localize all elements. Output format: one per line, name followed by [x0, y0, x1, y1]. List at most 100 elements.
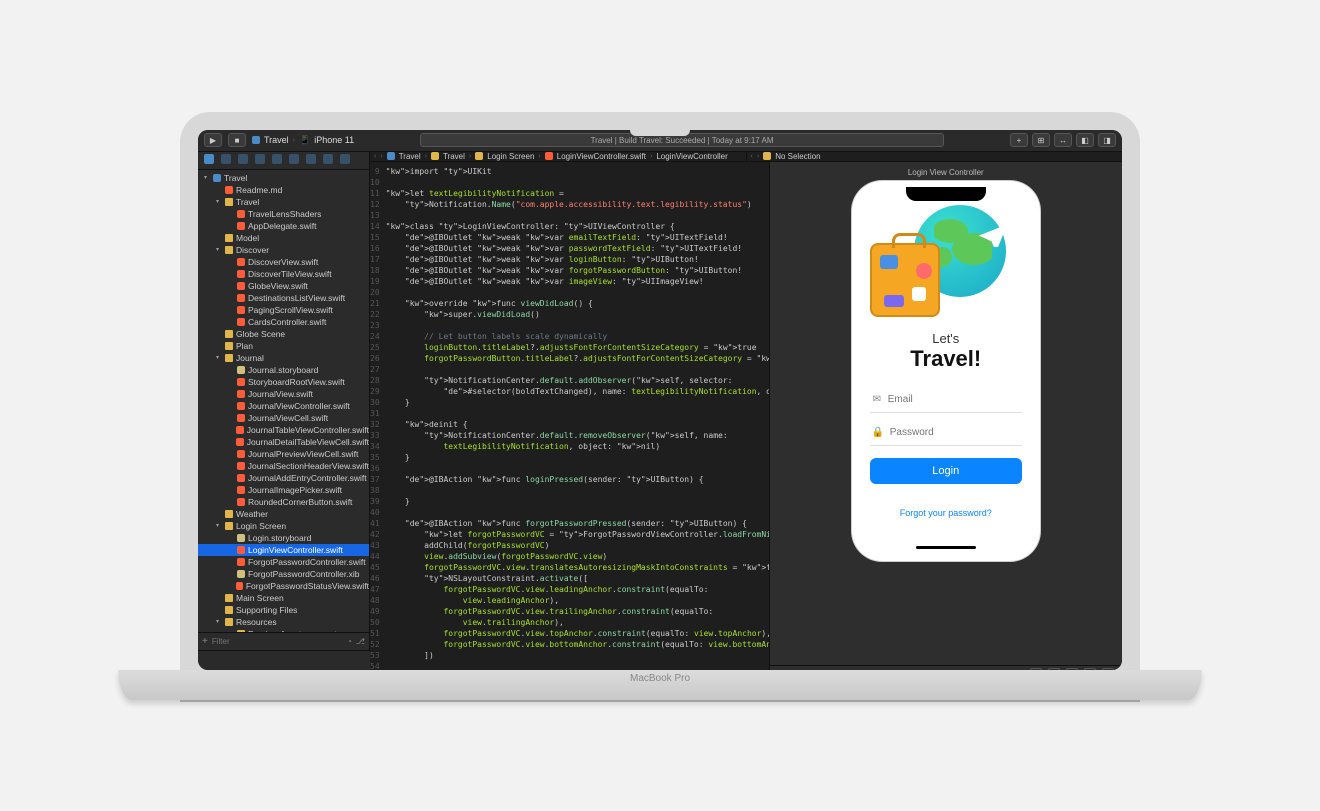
- footer-btn-2[interactable]: [1048, 668, 1060, 670]
- file-tree-item[interactable]: LoginViewController.swift: [198, 544, 369, 556]
- file-tree-item[interactable]: JournalSectionHeaderView.swift: [198, 460, 369, 472]
- hero-illustration: [858, 187, 1034, 327]
- file-tree-item[interactable]: ▾Journal: [198, 352, 369, 364]
- clock-icon[interactable]: ◔: [347, 637, 352, 646]
- folder-icon: [225, 198, 233, 206]
- file-tree-item[interactable]: ForgotPasswordController.xib: [198, 568, 369, 580]
- file-tree-item[interactable]: ForgotPasswordStatusView.swift: [198, 580, 369, 592]
- source-editor[interactable]: 9101112131415161718192021222324252627282…: [370, 162, 769, 670]
- file-tree-item[interactable]: DiscoverView.swift: [198, 256, 369, 268]
- file-tree-item[interactable]: Readme.md: [198, 184, 369, 196]
- file-tree[interactable]: ▾TravelReadme.md▾TravelTravelLensShaders…: [198, 170, 369, 632]
- filter-input[interactable]: [212, 637, 343, 646]
- file-tree-item[interactable]: RoundedCornerButton.swift: [198, 496, 369, 508]
- folder-icon: [225, 522, 233, 530]
- library-button[interactable]: ⊞: [1032, 133, 1050, 147]
- proj-icon: [213, 174, 221, 182]
- file-tree-item[interactable]: JournalViewController.swift: [198, 400, 369, 412]
- jump-bar-right[interactable]: ‹ › No Selection: [746, 152, 1123, 161]
- file-tree-item[interactable]: Main Screen: [198, 592, 369, 604]
- issue-nav-icon[interactable]: [272, 154, 282, 164]
- find-nav-icon[interactable]: [255, 154, 265, 164]
- file-tree-item[interactable]: TravelLensShaders: [198, 208, 369, 220]
- folder-icon: [225, 606, 233, 614]
- file-tree-item[interactable]: ▾Resources: [198, 616, 369, 628]
- swift-icon: [237, 450, 245, 458]
- folder-icon: [475, 152, 483, 160]
- test-nav-icon[interactable]: [289, 154, 299, 164]
- file-tree-item[interactable]: CardsController.swift: [198, 316, 369, 328]
- file-tree-item[interactable]: DiscoverTileView.swift: [198, 268, 369, 280]
- file-tree-item[interactable]: PagingScrollView.swift: [198, 304, 369, 316]
- file-tree-item[interactable]: ▾Login Screen: [198, 520, 369, 532]
- file-tree-item[interactable]: ▾Travel: [198, 172, 369, 184]
- file-tree-item[interactable]: Supporting Files: [198, 604, 369, 616]
- preview-canvas[interactable]: Let's Travel! ✉ 🔒: [770, 183, 1122, 665]
- swift-icon: [237, 282, 245, 290]
- password-field[interactable]: [890, 427, 1022, 438]
- project-nav-icon[interactable]: [204, 154, 214, 164]
- swift-icon: [237, 414, 245, 422]
- file-tree-item[interactable]: ▾Travel: [198, 196, 369, 208]
- file-tree-item[interactable]: JournalDetailTableViewCell.swift: [198, 436, 369, 448]
- breakpoint-nav-icon[interactable]: [323, 154, 333, 164]
- hide-navigator-button[interactable]: ◧: [1076, 133, 1094, 147]
- run-button[interactable]: ▶: [204, 133, 222, 147]
- footer-btn-5[interactable]: [1102, 668, 1114, 670]
- file-tree-item[interactable]: GlobeView.swift: [198, 280, 369, 292]
- back-icon[interactable]: ‹: [751, 153, 753, 160]
- folder-icon: [763, 152, 771, 160]
- file-tree-item[interactable]: Globe Scene: [198, 328, 369, 340]
- swift-icon: [237, 306, 245, 314]
- file-tree-item[interactable]: ▾Discover: [198, 244, 369, 256]
- file-tree-item[interactable]: JournalViewCell.swift: [198, 412, 369, 424]
- debug-nav-icon[interactable]: [306, 154, 316, 164]
- footer-btn-1[interactable]: [1030, 668, 1042, 670]
- stop-button[interactable]: ■: [228, 133, 246, 147]
- symbol-nav-icon[interactable]: [238, 154, 248, 164]
- email-field[interactable]: [888, 394, 1020, 405]
- review-button[interactable]: ↔: [1054, 133, 1072, 147]
- swift-icon: [237, 462, 245, 470]
- file-tree-item[interactable]: JournalAddEntryController.swift: [198, 472, 369, 484]
- plus-button[interactable]: +: [1010, 133, 1028, 147]
- xcode-window: ▶ ■ Travel › 📱 iPhone 11 Travel | Build …: [198, 130, 1122, 670]
- file-tree-item[interactable]: JournalImagePicker.swift: [198, 484, 369, 496]
- file-tree-item[interactable]: StoryboardRootView.swift: [198, 376, 369, 388]
- source-control-nav-icon[interactable]: [221, 154, 231, 164]
- hide-inspector-button[interactable]: ◨: [1098, 133, 1116, 147]
- swift-icon: [237, 402, 245, 410]
- file-tree-item[interactable]: DestinationsListView.swift: [198, 292, 369, 304]
- source-code[interactable]: "kw">import "ty">UIKit "kw">let textLegi…: [386, 162, 769, 670]
- file-tree-item[interactable]: JournalPreviewViewCell.swift: [198, 448, 369, 460]
- file-tree-item[interactable]: Weather: [198, 508, 369, 520]
- back-icon[interactable]: ‹: [374, 153, 376, 160]
- file-tree-item[interactable]: Login.storyboard: [198, 532, 369, 544]
- file-tree-item[interactable]: Journal.storyboard: [198, 364, 369, 376]
- file-tree-item[interactable]: Model: [198, 232, 369, 244]
- report-nav-icon[interactable]: [340, 154, 350, 164]
- footer-btn-3[interactable]: [1066, 668, 1078, 670]
- folder-icon: [225, 510, 233, 518]
- folder-icon: [225, 354, 233, 362]
- scm-icon[interactable]: ⎇: [356, 637, 365, 646]
- folder-icon: [225, 342, 233, 350]
- plus-icon[interactable]: +: [202, 636, 208, 647]
- login-button[interactable]: Login: [870, 458, 1022, 484]
- scheme-selector[interactable]: Travel › 📱 iPhone 11: [252, 135, 354, 146]
- laptop-notch: [630, 130, 690, 136]
- file-tree-item[interactable]: JournalTableViewController.swift: [198, 424, 369, 436]
- swift-icon: [237, 558, 245, 566]
- file-tree-item[interactable]: JournalView.swift: [198, 388, 369, 400]
- forward-icon[interactable]: ›: [757, 153, 759, 160]
- footer-btn-4[interactable]: [1084, 668, 1096, 670]
- editor-area: ‹ › Travel ›Travel ›Login Screen ›LoginV…: [370, 152, 1122, 650]
- forgot-password-link[interactable]: Forgot your password?: [858, 508, 1034, 518]
- folder-icon: [387, 152, 395, 160]
- navigator-selector[interactable]: [198, 152, 369, 170]
- file-tree-item[interactable]: ForgotPasswordController.swift: [198, 556, 369, 568]
- jump-bar-left[interactable]: ‹ › Travel ›Travel ›Login Screen ›LoginV…: [370, 152, 746, 161]
- file-tree-item[interactable]: Plan: [198, 340, 369, 352]
- file-tree-item[interactable]: AppDelegate.swift: [198, 220, 369, 232]
- forward-icon[interactable]: ›: [380, 153, 382, 160]
